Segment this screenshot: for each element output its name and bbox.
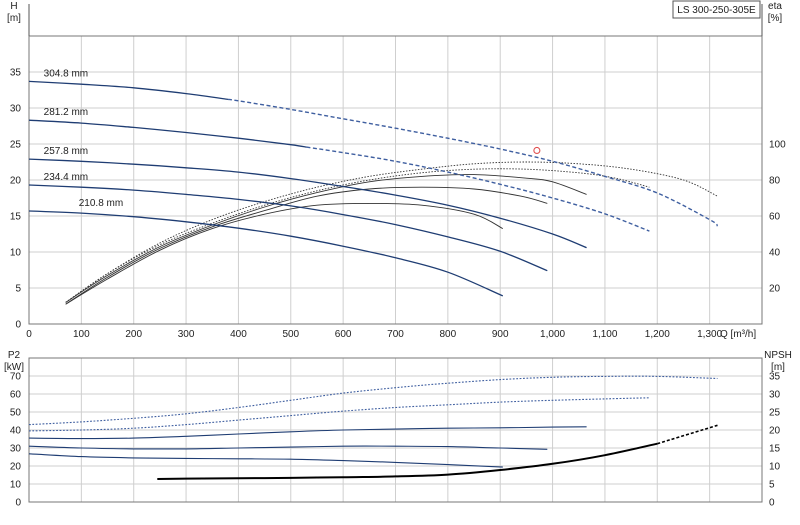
p2-axis-unit: [kW] xyxy=(4,362,24,373)
q-tick-label: 700 xyxy=(387,329,404,340)
eta-tick-label: 60 xyxy=(769,212,781,223)
q-tick-label: 600 xyxy=(335,329,352,340)
q-tick-label: 1,000 xyxy=(540,329,565,340)
npsh-tick-label: 15 xyxy=(769,444,781,455)
npsh-tick-label: 5 xyxy=(769,480,775,491)
p2-tick-label: 60 xyxy=(10,390,22,401)
npsh-curve-dashed xyxy=(657,424,718,445)
h-axis-label: H xyxy=(10,1,17,12)
npsh-axis-label: NPSH xyxy=(764,350,792,361)
npsh-tick-label: 25 xyxy=(769,408,781,419)
npsh-curve-solid xyxy=(157,442,658,480)
npsh-tick-label: 20 xyxy=(769,426,781,437)
q-tick-label: 1,300 xyxy=(697,329,722,340)
impeller-diameter-label: 281.2 mm xyxy=(44,107,88,118)
q-axis-label: Q [m³/h] xyxy=(720,329,756,340)
q-tick-label: 100 xyxy=(73,329,90,340)
eta-tick-label: 20 xyxy=(769,284,781,295)
duty-point-marker xyxy=(533,146,541,155)
q-tick-label: 0 xyxy=(26,329,32,340)
npsh-tick-label: 10 xyxy=(769,462,781,473)
q-tick-label: 300 xyxy=(178,329,195,340)
h-tick-label: 35 xyxy=(10,68,22,79)
impeller-diameter-label: 257.8 mm xyxy=(44,146,88,157)
impeller-diameter-label: 304.8 mm xyxy=(44,68,88,79)
p2-curve-3 xyxy=(28,426,587,440)
eta-axis-unit: [%] xyxy=(768,13,783,24)
npsh-tick-label: 0 xyxy=(769,498,775,509)
q-tick-label: 800 xyxy=(440,329,457,340)
npsh-axis-unit: [m] xyxy=(771,362,785,373)
p2-tick-label: 50 xyxy=(10,408,22,419)
head-curve-2-solid xyxy=(28,119,307,148)
model-title: LS 300-250-305E xyxy=(677,5,756,16)
eta-curve-4 xyxy=(65,186,548,305)
h-axis-unit: [m] xyxy=(7,13,21,24)
h-tick-label: 10 xyxy=(10,248,22,259)
h-tick-label: 15 xyxy=(10,212,22,223)
p2-tick-label: 30 xyxy=(10,444,22,455)
eta-tick-label: 100 xyxy=(769,140,786,151)
p2-tick-label: 70 xyxy=(10,372,22,383)
head-curve-1-solid xyxy=(28,80,229,101)
p2-axis-label: P2 xyxy=(8,350,21,361)
pump-performance-chart: 0 5 10 15 20 25 30 35 20 40 60 80 100 0 100 200 300 400 50… xyxy=(0,0,800,520)
p2-tick-label: 0 xyxy=(15,498,21,509)
p2-curve-1 xyxy=(28,375,718,426)
p2-tick-label: 40 xyxy=(10,426,22,437)
eta-tick-label: 40 xyxy=(769,248,781,259)
impeller-diameter-label: 210.8 mm xyxy=(79,198,123,209)
eta-curve-1 xyxy=(65,161,718,303)
h-tick-label: 30 xyxy=(10,104,22,115)
h-tick-label: 20 xyxy=(10,176,22,187)
h-tick-label: 0 xyxy=(15,320,21,331)
p2-curve-5 xyxy=(28,453,503,468)
eta-tick-label: 80 xyxy=(769,176,781,187)
q-tick-label: 1,200 xyxy=(645,329,670,340)
npsh-tick-label: 30 xyxy=(769,390,781,401)
eta-curve-5 xyxy=(65,202,504,305)
q-tick-label: 500 xyxy=(282,329,299,340)
q-tick-label: 400 xyxy=(230,329,247,340)
impeller-diameter-label: 234.4 mm xyxy=(44,172,88,183)
chart-svg: 05101520253035204060801000 100 200 300 400 50… xyxy=(4,0,792,509)
p2-curve-2 xyxy=(28,397,650,432)
h-tick-label: 5 xyxy=(15,284,21,295)
npsh-tick-label: 35 xyxy=(769,372,781,383)
eta-axis-label: eta xyxy=(768,1,782,12)
p2-tick-label: 10 xyxy=(10,480,22,491)
p2-tick-label: 20 xyxy=(10,462,22,473)
h-tick-label: 25 xyxy=(10,140,22,151)
q-tick-label: 1,100 xyxy=(592,329,617,340)
q-tick-label: 200 xyxy=(125,329,142,340)
q-tick-label: 900 xyxy=(492,329,509,340)
